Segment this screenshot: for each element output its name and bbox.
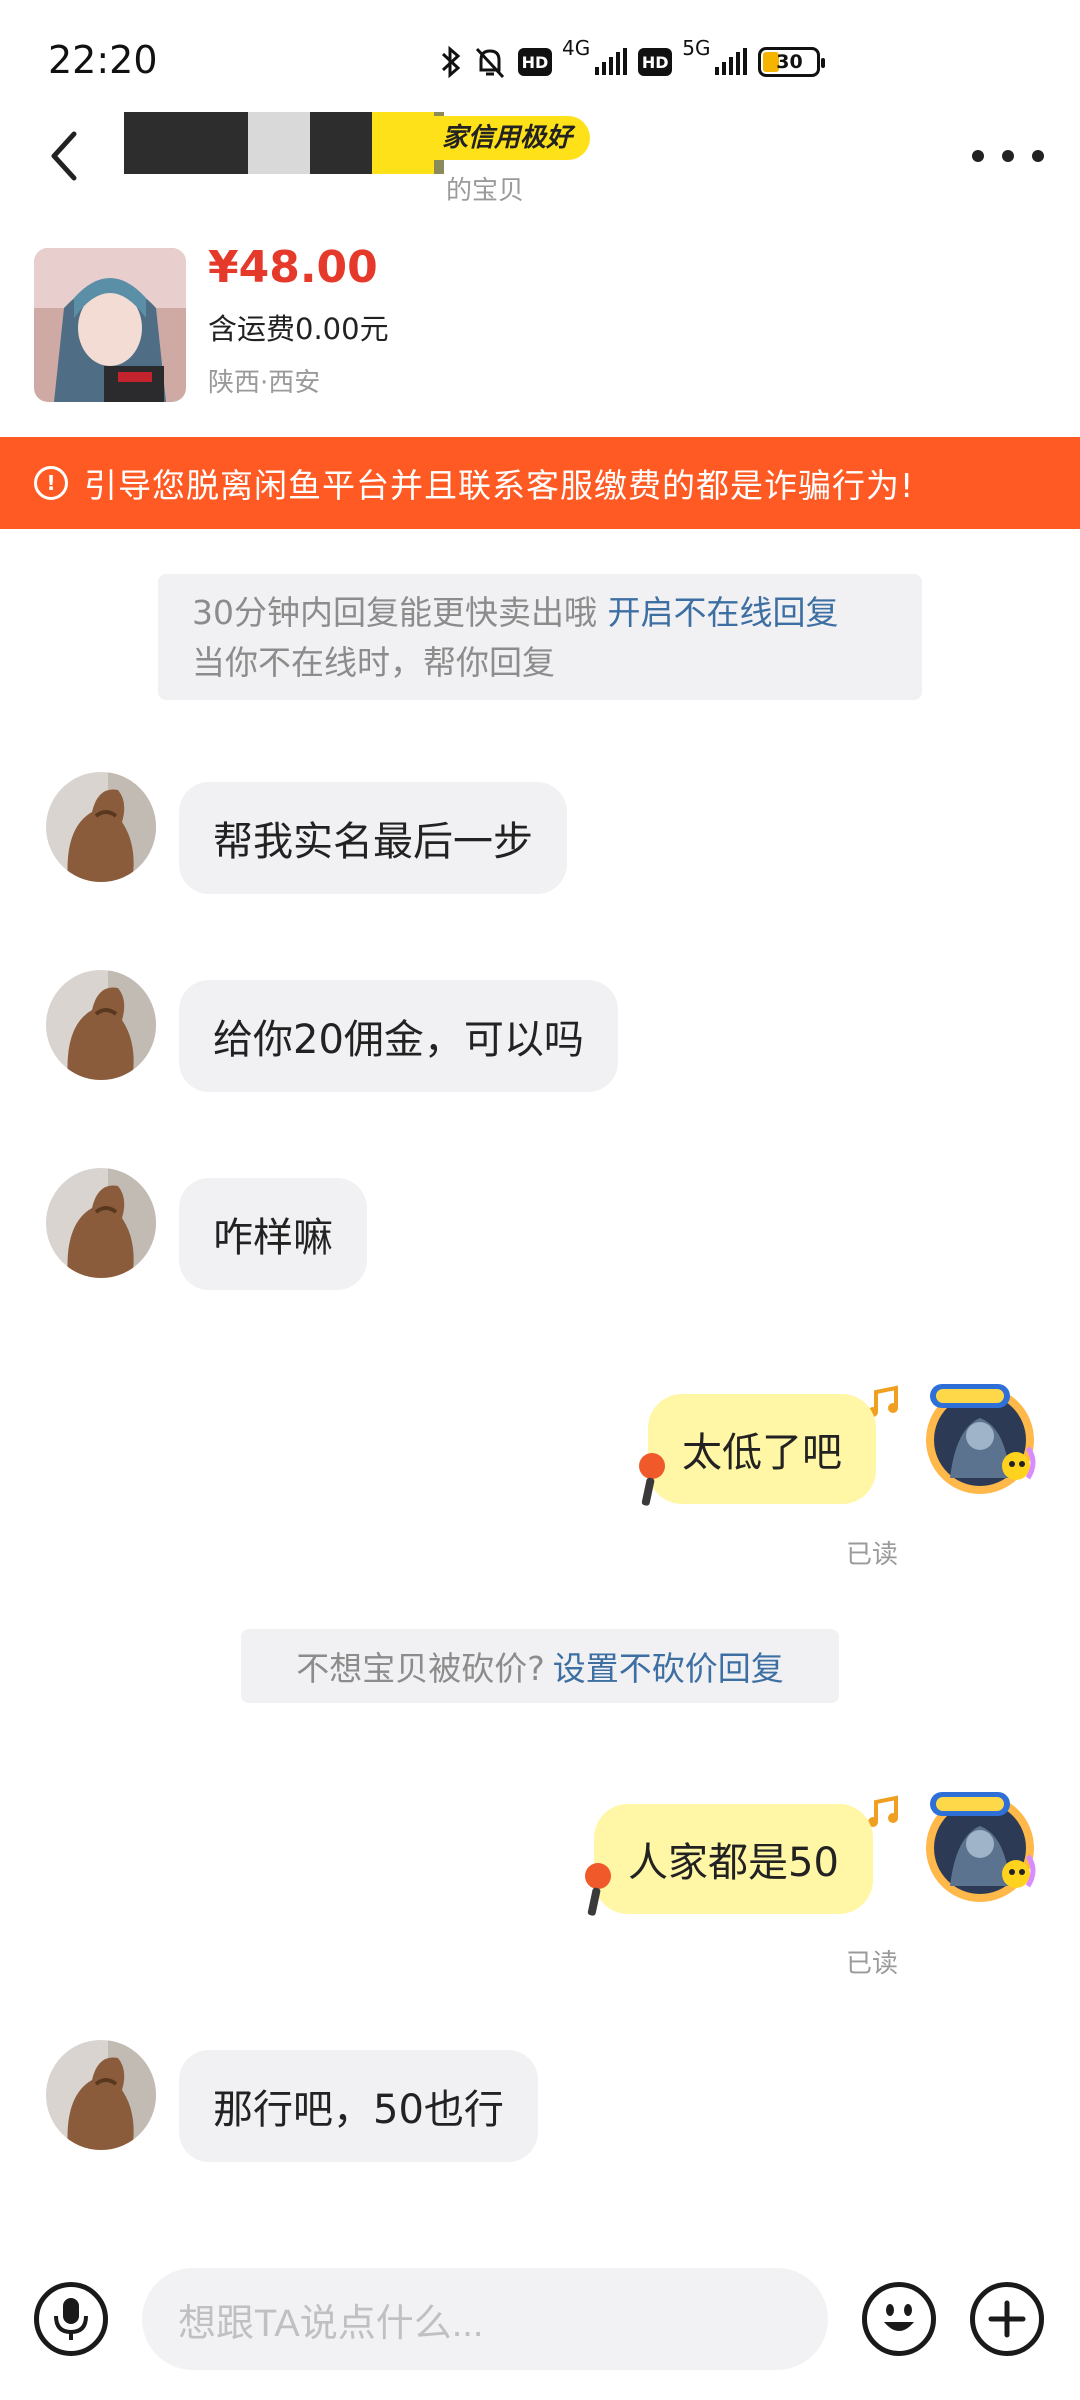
product-price: ¥48.00: [208, 242, 378, 293]
status-time: 22:20: [48, 38, 158, 82]
sender-avatar[interactable]: [46, 2040, 156, 2150]
message-bubble-received[interactable]: 那行吧，50也行: [179, 2050, 538, 2162]
message-input[interactable]: 想跟TA说点什么...: [142, 2268, 828, 2370]
message-bubble-received[interactable]: 咋样嘛: [179, 1178, 367, 1290]
auto-reply-tip: 30分钟内回复能更快卖出哦 开启不在线回复 当你不在线时，帮你回复: [158, 574, 922, 700]
more-dot-icon: [972, 150, 984, 162]
sender-avatar[interactable]: [46, 1168, 156, 1278]
set-no-bargain-reply-link[interactable]: 设置不砍价回复: [553, 1642, 784, 1690]
chevron-left-icon: [51, 131, 77, 181]
alert-icon: !: [34, 466, 68, 500]
my-avatar[interactable]: [916, 1786, 1040, 1910]
hd-badge-2: HD: [638, 48, 673, 76]
more-actions-button[interactable]: [970, 2282, 1044, 2356]
hd-badge-1: HD: [518, 48, 552, 76]
more-dot-icon: [1002, 150, 1014, 162]
plus-icon: [988, 2300, 1026, 2338]
sender-avatar[interactable]: [46, 772, 156, 882]
microphone-decoration-icon: [580, 1862, 616, 1918]
emoji-icon: [884, 2304, 914, 2331]
message-bubble-sent[interactable]: 人家都是50: [594, 1804, 873, 1914]
network-5g-label: 5G: [682, 36, 711, 60]
music-note-icon: [866, 1794, 904, 1830]
voice-input-button[interactable]: [34, 2282, 108, 2356]
back-button[interactable]: [40, 120, 92, 192]
message-bubble-received[interactable]: 给你20佣金，可以吗: [179, 980, 618, 1092]
seller-subtitle: 的宝贝: [446, 176, 525, 206]
bargain-tip-text: 不想宝贝被砍价?: [296, 1649, 545, 1688]
product-thumbnail[interactable]: [34, 248, 186, 402]
read-receipt: 已读: [846, 1949, 899, 1979]
network-4g-label: 4G: [562, 36, 591, 60]
product-image: [34, 248, 186, 402]
fraud-warning-banner: ! 引导您脱离闲鱼平台并且联系客服缴费的都是诈骗行为!: [0, 437, 1080, 529]
auto-reply-tip-text: 30分钟内回复能更快卖出哦: [192, 593, 597, 632]
emoji-button[interactable]: [862, 2282, 936, 2356]
more-button[interactable]: [972, 128, 1044, 184]
bell-muted-icon: [472, 44, 508, 80]
credit-badge: 家信用极好: [432, 116, 591, 160]
read-receipt: 已读: [846, 1540, 899, 1570]
more-dot-icon: [1032, 150, 1044, 162]
microphone-decoration-icon: [634, 1452, 670, 1508]
message-bubble-received[interactable]: 帮我实名最后一步: [179, 782, 567, 894]
product-shipping: 含运费0.00元: [208, 312, 389, 346]
fraud-warning-text: 引导您脱离闲鱼平台并且联系客服缴费的都是诈骗行为!: [84, 466, 915, 505]
microphone-icon: [54, 2298, 88, 2340]
product-location: 陕西·西安: [208, 368, 321, 398]
signal-icon-2: [714, 47, 748, 77]
enable-offline-reply-link[interactable]: 开启不在线回复: [608, 593, 839, 632]
battery-level: 30: [776, 51, 803, 73]
signal-icon-1: [594, 47, 628, 77]
my-avatar[interactable]: [916, 1378, 1040, 1502]
message-bubble-sent[interactable]: 太低了吧: [648, 1394, 876, 1504]
auto-reply-tip-line2: 当你不在线时，帮你回复: [192, 643, 555, 682]
sender-avatar[interactable]: [46, 970, 156, 1080]
status-icons: HD 4G HD 5G 30: [440, 36, 826, 84]
bluetooth-icon: [440, 44, 462, 80]
bargain-tip: 不想宝贝被砍价? 设置不砍价回复: [241, 1629, 839, 1703]
redacted-seller-name: [124, 112, 444, 174]
battery-icon: 30: [758, 47, 826, 77]
